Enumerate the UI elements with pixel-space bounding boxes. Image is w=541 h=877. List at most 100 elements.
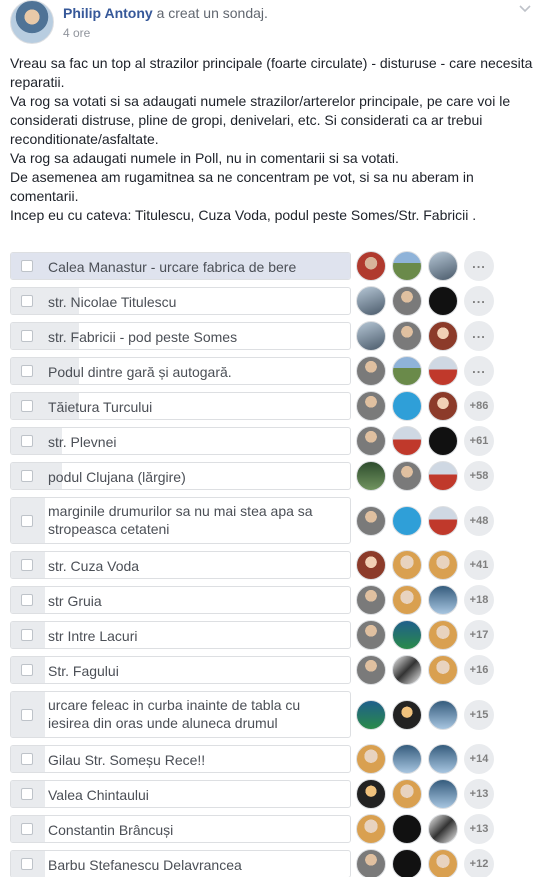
poll-option-button[interactable]: str Intre Lacuri [10,621,351,649]
poll-option-button[interactable]: str. Fabricii - pod peste Somes [10,322,351,350]
poll-option-button[interactable]: str Gruia [10,586,351,614]
voter-avatar[interactable] [356,550,386,580]
checkbox-icon[interactable] [21,330,33,342]
voter-avatar[interactable] [392,550,422,580]
voter-avatar[interactable] [392,849,422,877]
more-voters-button[interactable]: +13 [464,779,494,809]
voter-avatar[interactable] [356,356,386,386]
voter-avatar[interactable] [392,506,422,536]
poll-option-button[interactable]: Barbu Stefanescu Delavrancea [10,850,351,877]
poll-option-button[interactable]: str. Cuza Voda [10,551,351,579]
voter-avatar[interactable] [356,251,386,281]
voter-avatar[interactable] [428,744,458,774]
more-voters-button[interactable]: +48 [464,506,494,536]
voter-avatar[interactable] [428,620,458,650]
voter-avatar[interactable] [392,814,422,844]
poll-option-button[interactable]: str. Plevnei [10,427,351,455]
voter-avatar[interactable] [392,251,422,281]
voter-avatar[interactable] [392,655,422,685]
voter-avatar[interactable] [428,251,458,281]
poll-option-button[interactable]: Valea Chintaului [10,780,351,808]
poll-option-button[interactable]: marginile drumurilor sa nu mai stea apa … [10,497,351,544]
checkbox-icon[interactable] [21,295,33,307]
voter-avatar[interactable] [356,461,386,491]
voter-avatar[interactable] [356,391,386,421]
voter-avatar[interactable] [392,700,422,730]
checkbox-icon[interactable] [21,365,33,377]
voter-avatar[interactable] [356,849,386,877]
voter-avatar[interactable] [428,550,458,580]
checkbox-icon[interactable] [21,594,33,606]
voter-avatar[interactable] [356,700,386,730]
checkbox-icon[interactable] [21,435,33,447]
more-voters-button[interactable]: ... [464,356,494,386]
post-timestamp[interactable]: 4 ore [63,26,90,40]
poll-option-button[interactable]: Str. Fagului [10,656,351,684]
checkbox-icon[interactable] [21,823,33,835]
more-voters-button[interactable]: +41 [464,550,494,580]
voter-avatar[interactable] [428,426,458,456]
more-voters-button[interactable]: ... [464,321,494,351]
checkbox-icon[interactable] [21,559,33,571]
poll-option-button[interactable]: str. Nicolae Titulescu [10,287,351,315]
more-voters-button[interactable]: +58 [464,461,494,491]
checkbox-icon[interactable] [21,788,33,800]
more-voters-button[interactable]: +12 [464,849,494,877]
poll-option-button[interactable]: podul Clujana (lărgire) [10,462,351,490]
voter-avatar[interactable] [356,744,386,774]
poll-option-button[interactable]: Podul dintre gară și autogară. [10,357,351,385]
checkbox-icon[interactable] [21,753,33,765]
poll-option-button[interactable]: Calea Manastur - urcare fabrica de bere [10,252,351,280]
checkbox-icon[interactable] [21,260,33,272]
voter-avatar[interactable] [392,744,422,774]
voter-avatar[interactable] [428,700,458,730]
voter-avatar[interactable] [428,585,458,615]
poll-option-button[interactable]: urcare feleac in curba inainte de tabla … [10,691,351,738]
more-voters-button[interactable]: +15 [464,700,494,730]
more-voters-button[interactable]: ... [464,251,494,281]
voter-avatar[interactable] [356,585,386,615]
voter-avatar[interactable] [356,426,386,456]
more-voters-button[interactable]: +17 [464,620,494,650]
voter-avatar[interactable] [428,779,458,809]
voter-avatar[interactable] [392,426,422,456]
poll-option-button[interactable]: Gilau Str. Someșu Rece!! [10,745,351,773]
voter-avatar[interactable] [356,814,386,844]
voter-avatar[interactable] [428,814,458,844]
voter-avatar[interactable] [356,620,386,650]
voter-avatar[interactable] [428,321,458,351]
voter-avatar[interactable] [356,655,386,685]
author-avatar[interactable] [10,0,54,44]
more-voters-button[interactable]: +61 [464,426,494,456]
voter-avatar[interactable] [392,391,422,421]
voter-avatar[interactable] [428,655,458,685]
poll-option-button[interactable]: Tăietura Turcului [10,392,351,420]
voter-avatar[interactable] [428,461,458,491]
voter-avatar[interactable] [356,506,386,536]
checkbox-icon[interactable] [21,515,33,527]
more-voters-button[interactable]: +16 [464,655,494,685]
checkbox-icon[interactable] [21,470,33,482]
voter-avatar[interactable] [392,620,422,650]
voter-avatar[interactable] [392,779,422,809]
more-voters-button[interactable]: +86 [464,391,494,421]
voter-avatar[interactable] [428,849,458,877]
checkbox-icon[interactable] [21,709,33,721]
more-voters-button[interactable]: ... [464,286,494,316]
voter-avatar[interactable] [392,321,422,351]
more-voters-button[interactable]: +13 [464,814,494,844]
voter-avatar[interactable] [356,321,386,351]
poll-option-button[interactable]: Constantin Brâncuși [10,815,351,843]
chevron-down-icon[interactable] [517,2,533,16]
voter-avatar[interactable] [392,356,422,386]
checkbox-icon[interactable] [21,664,33,676]
checkbox-icon[interactable] [21,629,33,641]
checkbox-icon[interactable] [21,858,33,870]
voter-avatar[interactable] [428,356,458,386]
voter-avatar[interactable] [428,391,458,421]
more-voters-button[interactable]: +18 [464,585,494,615]
voter-avatar[interactable] [428,286,458,316]
author-name-link[interactable]: Philip Antony [63,5,153,21]
more-voters-button[interactable]: +14 [464,744,494,774]
voter-avatar[interactable] [392,286,422,316]
